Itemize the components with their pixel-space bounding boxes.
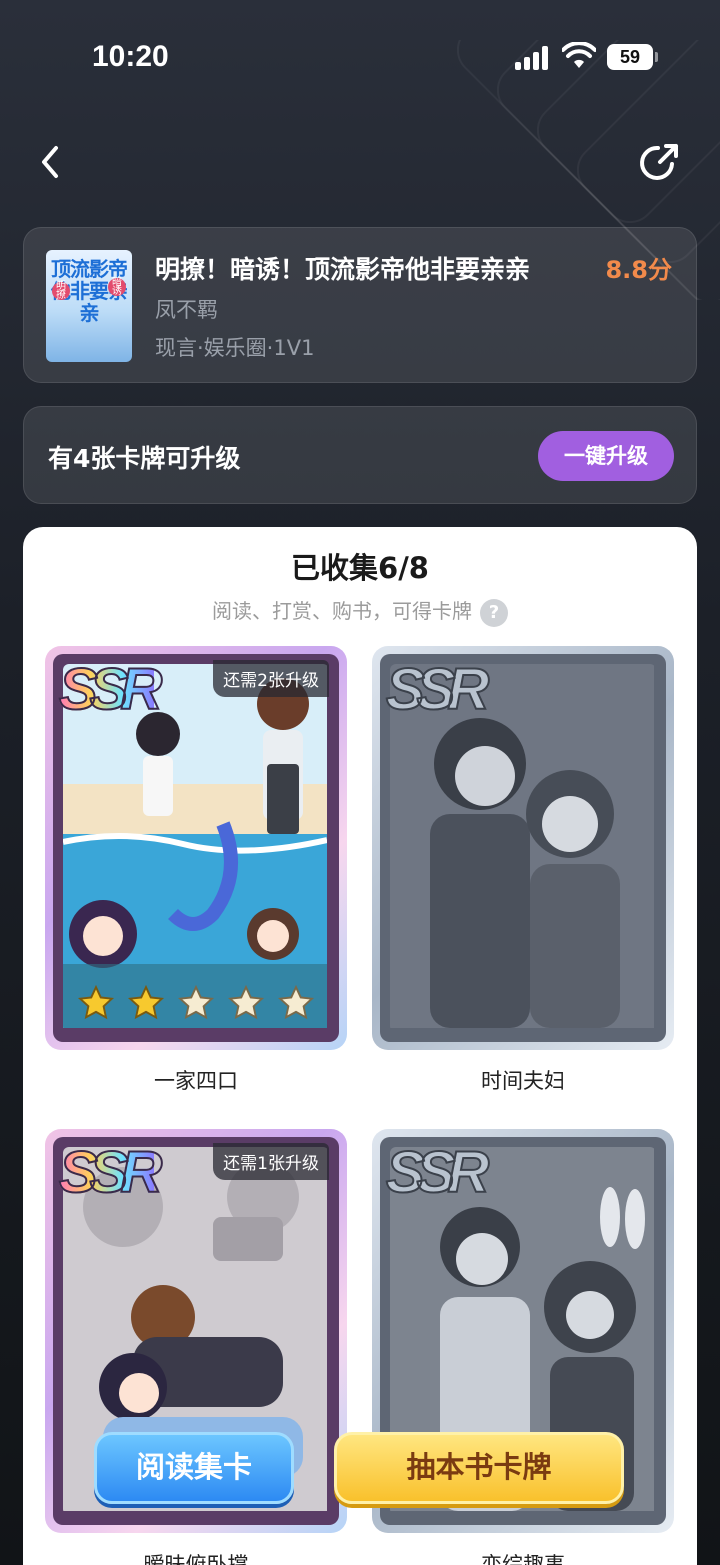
card-name: 暧昧俯卧撑 — [143, 1553, 249, 1565]
status-bar: 10:20 59 — [0, 0, 720, 110]
card-collection-panel: 已收集6/8 阅读、打赏、购书，可得卡牌? SSR 还需2张升级 一家四口 SS… — [23, 527, 697, 1565]
rarity-badge: SSR — [58, 1139, 163, 1206]
card-name: 恋综趣事 — [481, 1553, 565, 1565]
star-outline-icon — [277, 984, 315, 1020]
one-click-upgrade-button[interactable]: 一键升级 — [538, 431, 674, 481]
read-collect-cards-button[interactable]: 阅读集卡 — [94, 1432, 294, 1504]
star-icon — [77, 984, 115, 1020]
card-frame: SSR — [380, 654, 666, 1042]
rarity-badge: SSR — [58, 656, 163, 723]
card-frame: SSR 还需2张升级 — [53, 654, 339, 1042]
card-name: 一家四口 — [154, 1069, 238, 1093]
wifi-icon — [562, 42, 596, 68]
book-author: 凤不羁 — [155, 298, 218, 322]
book-cover: 顶流影帝他非要亲亲 明撩 暗诱 — [46, 250, 132, 362]
star-rating — [77, 984, 315, 1022]
book-score: 8.8分 — [605, 256, 672, 284]
card-item[interactable]: SSR 还需2张升级 — [45, 646, 347, 1050]
collection-hint: 阅读、打赏、购书，可得卡牌 — [212, 599, 472, 623]
draw-book-card-button[interactable]: 抽本书卡牌 — [334, 1432, 624, 1504]
cover-badge-right: 暗诱 — [108, 278, 126, 297]
collection-subtitle: 阅读、打赏、购书，可得卡牌? — [23, 595, 697, 627]
status-time: 10:20 — [92, 40, 169, 73]
battery-icon: 59 — [607, 44, 658, 70]
help-icon[interactable]: ? — [480, 598, 508, 627]
star-outline-icon — [227, 984, 265, 1020]
share-icon[interactable] — [636, 140, 682, 186]
book-title: 明撩！暗诱！顶流影帝他非要亲亲 — [155, 255, 531, 284]
upgrade-need-tag: 还需1张升级 — [213, 1143, 329, 1180]
upgrade-need-tag: 还需2张升级 — [213, 660, 329, 697]
collection-title: 已收集6/8 — [291, 551, 429, 585]
cellular-signal-icon — [515, 46, 551, 70]
chevron-left-icon[interactable] — [30, 140, 74, 184]
rarity-badge: SSR — [385, 656, 490, 723]
book-info-card[interactable]: 顶流影帝他非要亲亲 明撩 暗诱 明撩！暗诱！顶流影帝他非要亲亲 8.8分 凤不羁… — [23, 227, 697, 383]
card-name: 时间夫妇 — [481, 1069, 565, 1093]
cover-badge-left: 明撩 — [52, 282, 70, 301]
book-tags: 现言·娱乐圈·1V1 — [155, 336, 315, 360]
upgrade-banner: 有4张卡牌可升级 一键升级 — [23, 406, 697, 504]
rarity-badge: SSR — [385, 1139, 490, 1206]
upgrade-count-text: 有4张卡牌可升级 — [48, 444, 241, 473]
card-item[interactable]: SSR — [372, 646, 674, 1050]
star-icon — [127, 984, 165, 1020]
star-outline-icon — [177, 984, 215, 1020]
